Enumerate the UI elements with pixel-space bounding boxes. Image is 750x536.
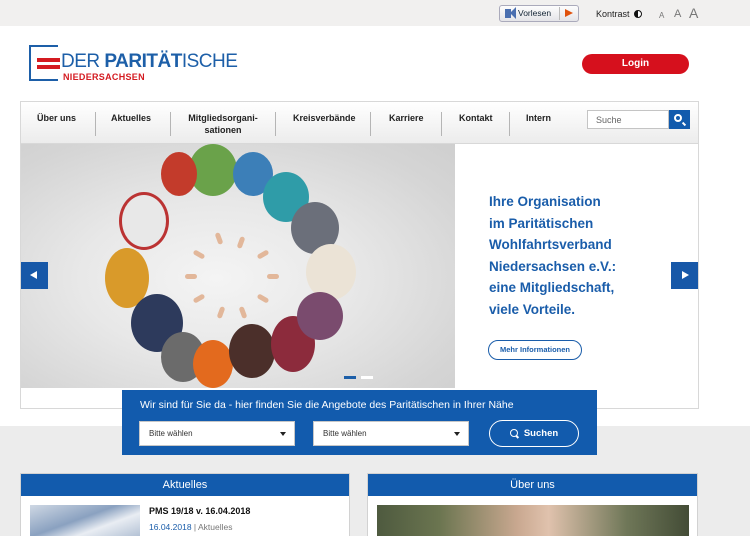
nav-item-intern[interactable]: Intern	[526, 112, 551, 124]
region-select[interactable]: Bitte wählen	[139, 421, 295, 446]
nav-divider	[275, 112, 276, 136]
hero-slider: Ihre Organisation im Paritätischen Wohlf…	[20, 144, 699, 409]
news-panel: Aktuelles PMS 19/18 v. 16.04.2018 16.04.…	[20, 473, 350, 536]
news-item-meta: 16.04.2018 | Aktuelles	[149, 522, 233, 532]
news-item-category[interactable]: Aktuelles	[198, 522, 233, 532]
hero-line: Niedersachsen e.V.:	[489, 258, 617, 274]
person-figure	[229, 324, 275, 378]
hero-image	[21, 144, 455, 388]
finder-search-button[interactable]: Suchen	[489, 420, 579, 447]
category-select[interactable]: Bitte wählen	[313, 421, 469, 446]
logo-frame	[29, 45, 58, 81]
hand-shape	[192, 249, 206, 260]
chevron-down-icon	[280, 432, 286, 436]
main-nav: Über uns Aktuelles Mitgliedsorgani-satio…	[20, 101, 699, 144]
logo-subtitle: NIEDERSACHSEN	[63, 72, 145, 82]
search-icon	[674, 114, 682, 122]
font-size-large-button[interactable]: A	[689, 5, 698, 21]
hand-shape	[238, 306, 248, 319]
search-icon	[509, 429, 518, 437]
logo[interactable]: DER PARITÄTISCHE NIEDERSACHSEN	[29, 45, 238, 85]
nav-item-karriere[interactable]: Karriere	[389, 112, 424, 124]
utility-bar: Vorlesen Kontrast A A A	[0, 0, 750, 26]
slider-dot-active[interactable]	[344, 376, 356, 379]
news-panel-heading[interactable]: Aktuelles	[21, 474, 349, 496]
readspeaker-label: Vorlesen	[518, 8, 552, 18]
more-info-button[interactable]: Mehr Informationen	[488, 340, 582, 360]
hand-shape	[236, 236, 246, 249]
speaker-icon	[505, 7, 516, 19]
person-figure	[193, 340, 233, 388]
nav-item-mitgliedsorganisationen[interactable]: Mitgliedsorgani-sationen	[181, 112, 265, 136]
contrast-icon[interactable]	[634, 10, 642, 18]
hero-line: im Paritätischen	[489, 215, 594, 231]
readspeaker-button[interactable]: Vorlesen	[499, 5, 579, 22]
nav-item-kontakt[interactable]: Kontakt	[459, 112, 493, 124]
slider-prev-button[interactable]	[21, 262, 48, 289]
person-figure	[306, 244, 356, 300]
logo-wordmark: DER PARITÄTISCHE	[61, 51, 238, 72]
slider-dot[interactable]	[361, 376, 373, 379]
search-input[interactable]	[587, 110, 669, 129]
nav-divider	[509, 112, 510, 136]
play-icon[interactable]	[559, 7, 576, 20]
font-size-small-button[interactable]: A	[659, 11, 664, 20]
slider-next-button[interactable]	[671, 262, 698, 289]
logo-bar	[37, 58, 60, 62]
hand-shape	[185, 274, 197, 279]
hand-shape	[256, 249, 270, 260]
nav-divider	[441, 112, 442, 136]
hero-line: Wohlfahrtsverband	[489, 237, 612, 252]
nav-item-ueber-uns[interactable]: Über uns	[37, 112, 76, 124]
location-finder: Wir sind für Sie da - hier finden Sie di…	[122, 390, 597, 455]
about-panel: Über uns	[367, 473, 698, 536]
contrast-label[interactable]: Kontrast	[596, 9, 630, 19]
hand-shape	[267, 274, 279, 279]
hand-shape	[192, 293, 206, 304]
search-button[interactable]	[669, 110, 690, 129]
font-size-medium-button[interactable]: A	[674, 8, 681, 20]
hand-shape	[256, 293, 270, 304]
hero-headline: Ihre Organisation im Paritätischen Wohlf…	[489, 191, 689, 320]
hero-line: Ihre Organisation	[489, 194, 601, 209]
nav-item-kreisverbaende[interactable]: Kreisverbände	[293, 112, 356, 124]
news-thumbnail[interactable]	[30, 505, 140, 536]
person-figure	[297, 292, 343, 340]
logo-bar	[37, 65, 60, 69]
about-panel-heading[interactable]: Über uns	[368, 474, 697, 496]
nav-divider	[370, 112, 371, 136]
about-image	[377, 505, 689, 536]
nav-divider	[95, 112, 96, 136]
login-button[interactable]: Login	[582, 54, 689, 74]
hero-line: viele Vorteile.	[489, 301, 576, 317]
news-item-title[interactable]: PMS 19/18 v. 16.04.2018	[149, 506, 250, 516]
person-figure	[161, 152, 197, 196]
hand-shape	[216, 306, 226, 319]
hero-line: eine Mitgliedschaft,	[489, 280, 615, 295]
nav-item-aktuelles[interactable]: Aktuelles	[111, 112, 151, 124]
chevron-down-icon	[454, 432, 460, 436]
finder-title: Wir sind für Sie da - hier finden Sie di…	[140, 399, 514, 411]
news-item-date: 16.04.2018	[149, 522, 192, 532]
nav-divider	[170, 112, 171, 136]
person-figure	[119, 192, 169, 250]
hand-shape	[214, 232, 224, 245]
